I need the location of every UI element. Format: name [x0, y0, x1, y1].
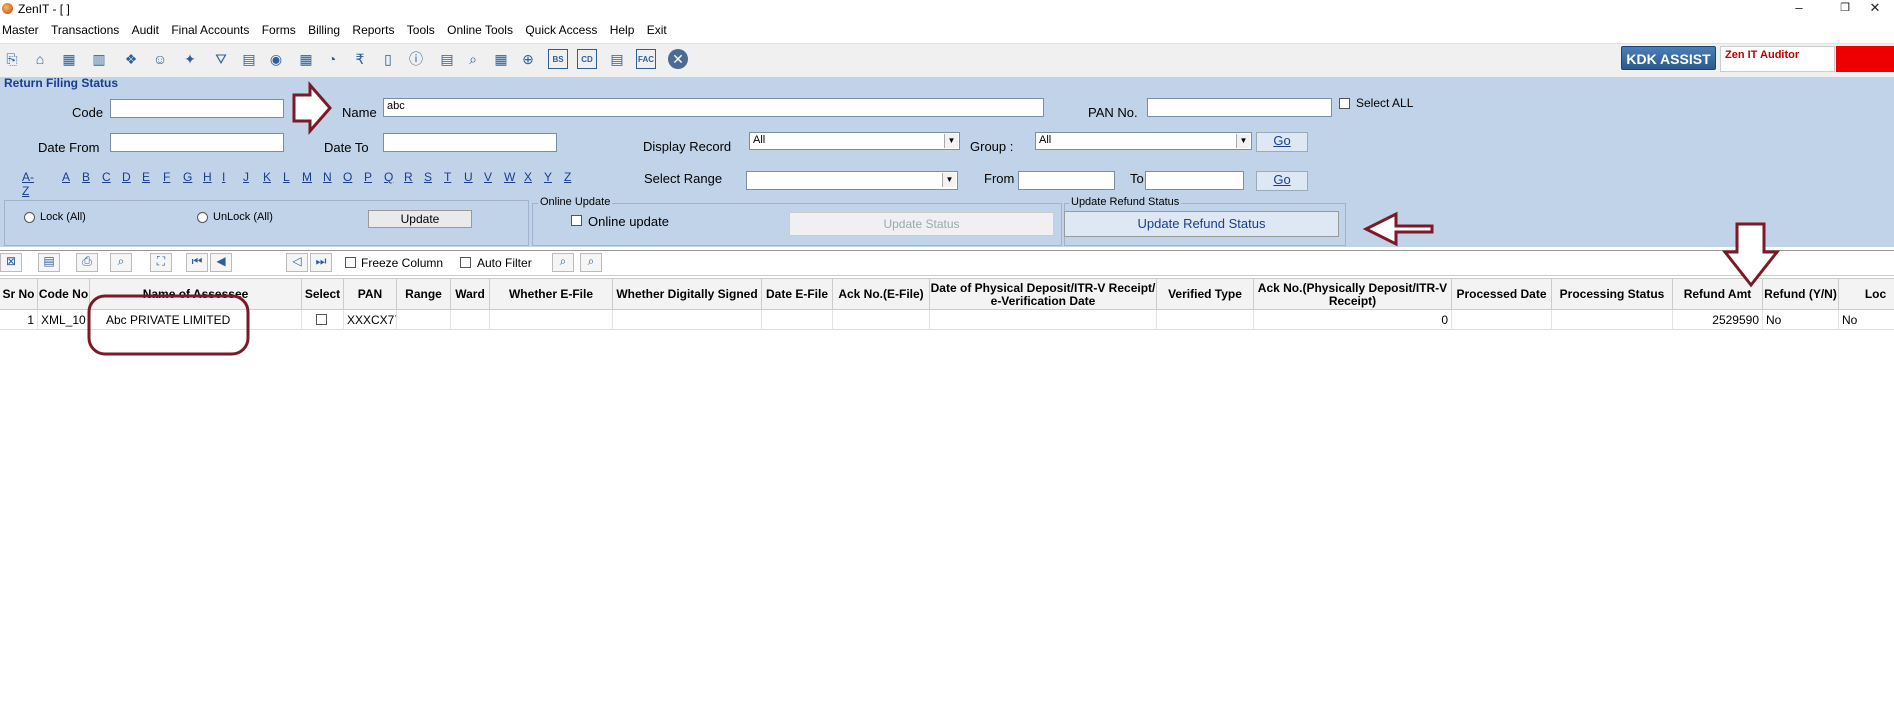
arrow-right-icon [292, 80, 332, 136]
arrow-down-icon [1721, 222, 1781, 288]
annotation-overlay [87, 80, 1781, 356]
highlight-circle [87, 294, 250, 356]
arrow-left-icon [1362, 211, 1434, 247]
